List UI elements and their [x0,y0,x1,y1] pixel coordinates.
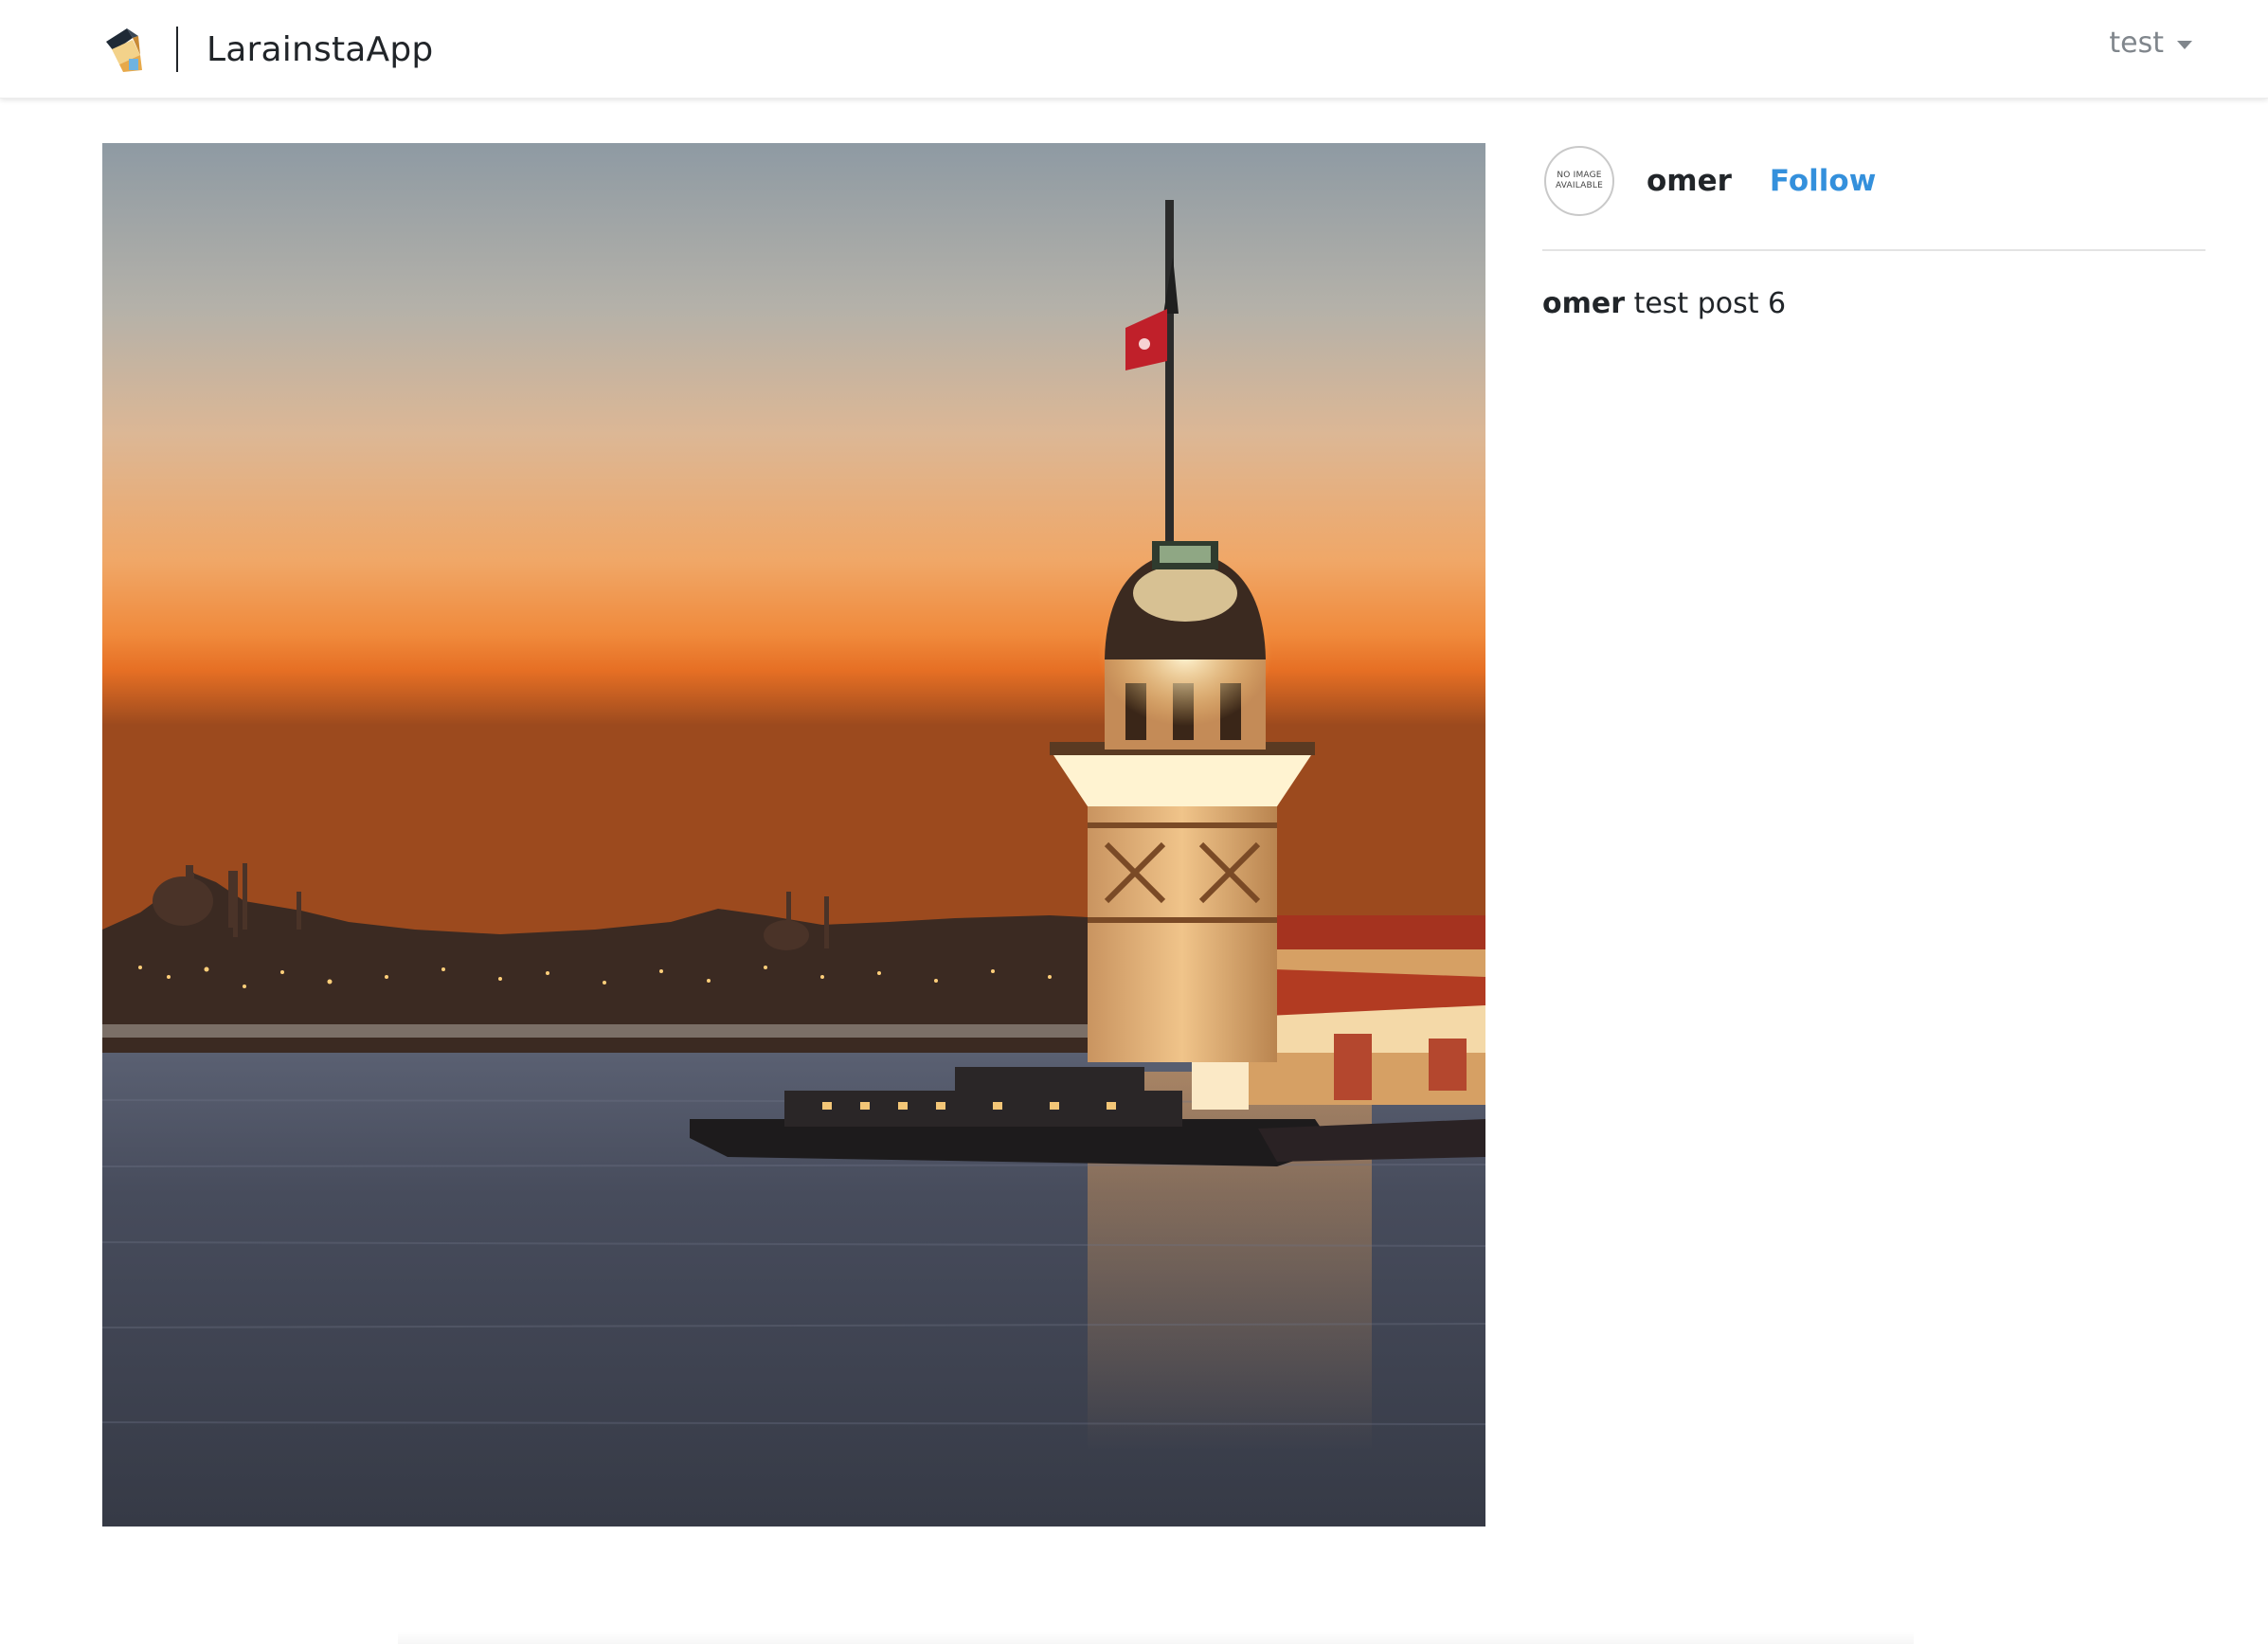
follow-button[interactable]: Follow [1770,164,1876,198]
avatar-placeholder-line2: AVAILABLE [1555,181,1604,190]
author-username-link[interactable]: omer [1647,164,1732,198]
post-author-row: NO IMAGE AVAILABLE omer Follow [1542,144,2205,218]
brand-name: LarainstaApp [207,29,434,69]
caption-author: omer [1542,287,1626,320]
caret-down-icon [2177,41,2192,49]
user-menu-dropdown[interactable]: test [2109,27,2192,60]
brand-divider [176,27,178,72]
post-caption: omer test post 6 [1542,287,2205,320]
user-menu-username: test [2109,27,2164,60]
post-image[interactable] [102,143,1485,1527]
author-avatar[interactable]: NO IMAGE AVAILABLE [1544,146,1614,216]
bottom-fade [398,1632,1914,1644]
top-navbar: LarainstaApp test [0,0,2268,99]
post-sidebar: NO IMAGE AVAILABLE omer Follow omer test… [1542,144,2205,349]
caption-text: test post 6 [1633,287,1787,320]
avatar-placeholder-line1: NO IMAGE [1557,171,1602,180]
larainsta-logo-icon [106,28,142,72]
sidebar-divider [1542,249,2205,251]
brand-link[interactable]: LarainstaApp [104,25,433,74]
